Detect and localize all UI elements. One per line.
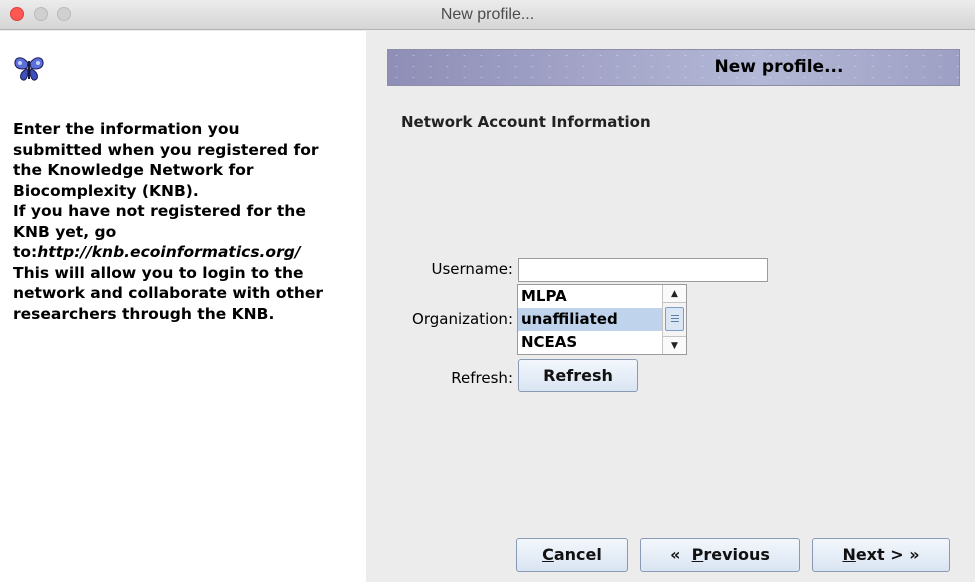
organization-option[interactable]: NCEAS	[518, 331, 662, 354]
organization-list[interactable]: MLPA unaffiliated NCEAS ▲ ▼	[517, 284, 687, 355]
previous-button[interactable]: « Previous	[640, 538, 800, 572]
grip-line	[671, 321, 679, 322]
cancel-button[interactable]: Cancel	[516, 538, 628, 572]
instruction-line: researchers through the KNB.	[13, 304, 275, 323]
instruction-line: Biocomplexity (KNB).	[13, 181, 199, 200]
next-label: ext >	[855, 545, 904, 564]
scroll-down-arrow-icon[interactable]: ▼	[663, 336, 686, 354]
previous-mnemonic: P	[691, 545, 704, 564]
form-pane: New profile... Network Account Informati…	[366, 31, 975, 582]
instruction-line: If you have not registered for the	[13, 202, 306, 220]
title-bar: New profile...	[0, 0, 975, 30]
grip-line	[671, 318, 679, 319]
window-title: New profile...	[440, 6, 535, 23]
refresh-label: Refresh:	[451, 369, 513, 387]
banner-title: New profile...	[714, 57, 844, 77]
cancel-label: ancel	[553, 545, 602, 564]
knb-url-text: http://knb.ecoinformatics.org/	[37, 243, 301, 261]
username-input[interactable]	[518, 258, 768, 282]
instruction-url-prefix: to:	[13, 243, 38, 261]
username-label: Username:	[431, 260, 513, 278]
organization-option[interactable]: MLPA	[518, 285, 662, 308]
header-banner: New profile...	[387, 49, 960, 86]
double-chevron-right-icon: »	[909, 545, 920, 564]
cancel-mnemonic: C	[542, 545, 554, 564]
organization-scrollbar[interactable]: ▲ ▼	[662, 285, 686, 354]
instruction-line: network and collaborate with other	[13, 284, 324, 302]
scroll-up-arrow-icon[interactable]: ▲	[663, 285, 686, 303]
butterfly-icon	[14, 57, 44, 81]
grip-line	[671, 315, 679, 316]
instruction-url-line: to:http://knb.ecoinformatics.org/	[13, 242, 358, 263]
instruction-line: This will allow you to login to the	[13, 263, 304, 282]
next-mnemonic: N	[842, 545, 856, 564]
organization-label: Organization:	[412, 310, 513, 328]
instruction-line: submitted when you registered for	[13, 140, 319, 159]
instructions-pane: Enter the information you submitted when…	[0, 31, 366, 582]
instruction-line: Enter the information you	[13, 120, 240, 138]
double-chevron-left-icon: «	[670, 545, 681, 564]
next-button[interactable]: Next > »	[812, 538, 950, 572]
instructions-text: Enter the information you submitted when…	[13, 119, 358, 324]
section-heading: Network Account Information	[401, 113, 651, 131]
organization-option-selected[interactable]: unaffiliated	[518, 308, 662, 331]
refresh-button[interactable]: Refresh	[518, 359, 638, 392]
instruction-line: the Knowledge Network for	[13, 161, 254, 179]
scrollbar-thumb[interactable]	[665, 307, 684, 331]
instruction-line: KNB yet, go	[13, 222, 117, 241]
previous-label: revious	[703, 545, 770, 564]
